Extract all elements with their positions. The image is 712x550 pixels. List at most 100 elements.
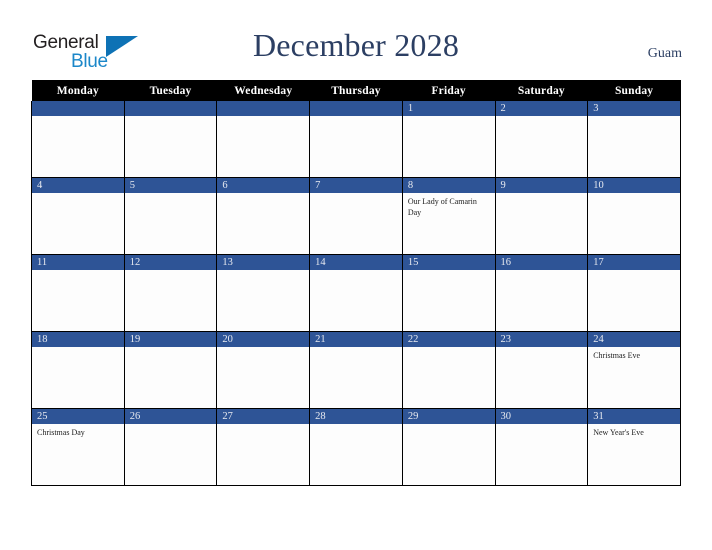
- day-number: 29: [403, 409, 495, 424]
- day-number: 12: [125, 255, 216, 270]
- day-cell-content: 9: [496, 178, 587, 254]
- day-cell-content: 20: [217, 332, 309, 408]
- calendar-day-cell[interactable]: 29: [401, 408, 496, 486]
- calendar-day-cell[interactable]: 28: [309, 408, 403, 486]
- day-number: 21: [310, 332, 402, 347]
- calendar-day-cell[interactable]: 4: [31, 177, 125, 255]
- day-cell-content: 16: [496, 255, 587, 331]
- day-number: 15: [403, 255, 495, 270]
- day-number: 7: [310, 178, 402, 193]
- day-cell-content: 26: [125, 409, 216, 485]
- calendar-day-cell[interactable]: 24 Christmas Eve: [587, 331, 681, 409]
- calendar-day-cell[interactable]: 15: [401, 254, 496, 332]
- day-cell-content: 15: [403, 255, 495, 331]
- region-label: Guam: [647, 46, 682, 61]
- day-number: 30: [496, 409, 587, 424]
- day-number: 11: [32, 255, 124, 270]
- calendar-week-row: 4 5 6 7 8 Our Lady of Camarin Day 9 10: [31, 177, 681, 255]
- calendar-empty-cell: [216, 101, 311, 178]
- calendar-day-cell[interactable]: 11: [31, 254, 125, 332]
- day-number: 22: [403, 332, 495, 347]
- weekday-header-wednesday: Wednesday: [216, 80, 310, 101]
- calendar-day-cell[interactable]: 18: [31, 331, 125, 409]
- day-cell-content: 21: [310, 332, 402, 408]
- calendar-week-row: 11 12 13 14 15 16 17: [31, 254, 681, 332]
- calendar-day-cell[interactable]: 14: [309, 254, 403, 332]
- calendar-day-cell[interactable]: 7: [309, 177, 403, 255]
- day-cell-content: 6: [217, 178, 309, 254]
- calendar-day-cell[interactable]: 16: [494, 254, 589, 332]
- day-cell-content: 8 Our Lady of Camarin Day: [403, 178, 495, 254]
- weekday-header-row: Monday Tuesday Wednesday Thursday Friday…: [31, 80, 681, 101]
- day-number: 1: [403, 101, 495, 116]
- day-number: 6: [217, 178, 309, 193]
- day-event-label: Christmas Eve: [593, 351, 641, 360]
- calendar-day-cell[interactable]: 12: [123, 254, 218, 332]
- day-cell-content: [32, 101, 124, 177]
- day-number: 23: [496, 332, 587, 347]
- day-cell-content: 19: [125, 332, 216, 408]
- calendar-day-cell[interactable]: 2: [494, 101, 589, 178]
- day-cell-content: 23: [496, 332, 587, 408]
- day-number: 14: [310, 255, 402, 270]
- calendar-week-row: 18 19 20 21 22 23 24 Christmas Eve: [31, 331, 681, 409]
- day-number: [125, 101, 216, 116]
- calendar-day-cell[interactable]: 8 Our Lady of Camarin Day: [401, 177, 496, 255]
- calendar-week-row: 25 Christmas Day 26 27 28 29 30 31 New Year's Ev…: [31, 408, 681, 486]
- calendar-day-cell[interactable]: 23: [494, 331, 589, 409]
- calendar-day-cell[interactable]: 21: [309, 331, 403, 409]
- day-cell-content: 2: [496, 101, 587, 177]
- calendar-week-row: 123: [31, 101, 681, 178]
- calendar-day-cell[interactable]: 27: [216, 408, 311, 486]
- day-cell-content: 13: [217, 255, 309, 331]
- calendar-day-cell[interactable]: 25 Christmas Day: [31, 408, 125, 486]
- calendar-day-cell[interactable]: 3: [587, 101, 681, 178]
- weekday-header-thursday: Thursday: [309, 80, 403, 101]
- calendar-day-cell[interactable]: 10: [587, 177, 681, 255]
- day-number: [310, 101, 402, 116]
- day-number: 24: [588, 332, 680, 347]
- calendar-day-cell[interactable]: 9: [494, 177, 589, 255]
- calendar-day-cell[interactable]: 22: [401, 331, 496, 409]
- calendar-day-cell[interactable]: 20: [216, 331, 311, 409]
- day-cell-content: 10: [588, 178, 680, 254]
- calendar-day-cell[interactable]: 19: [123, 331, 218, 409]
- day-number: 16: [496, 255, 587, 270]
- calendar-day-cell[interactable]: 13: [216, 254, 311, 332]
- day-number: 8: [403, 178, 495, 193]
- calendar-day-cell[interactable]: 1: [401, 101, 496, 178]
- page-title: December 2028: [252, 27, 460, 63]
- calendar-day-cell[interactable]: 26: [123, 408, 218, 486]
- day-number: 9: [496, 178, 587, 193]
- day-cell-content: 17: [588, 255, 680, 331]
- day-number: 2: [496, 101, 587, 116]
- calendar-day-cell[interactable]: 5: [123, 177, 218, 255]
- day-number: 25: [32, 409, 124, 424]
- day-cell-content: 24 Christmas Eve: [588, 332, 680, 408]
- day-number: 28: [310, 409, 402, 424]
- day-number: 18: [32, 332, 124, 347]
- weekday-header-monday: Monday: [31, 80, 125, 101]
- calendar-day-cell[interactable]: 17: [587, 254, 681, 332]
- day-cell-content: 18: [32, 332, 124, 408]
- day-number: [32, 101, 124, 116]
- day-number: [217, 101, 309, 116]
- calendar-day-cell[interactable]: 6: [216, 177, 311, 255]
- day-event-label: Christmas Day: [37, 428, 85, 437]
- day-cell-content: 14: [310, 255, 402, 331]
- day-number: 3: [588, 101, 680, 116]
- weekday-header-tuesday: Tuesday: [124, 80, 217, 101]
- day-cell-content: [217, 101, 309, 177]
- day-cell-content: 28: [310, 409, 402, 485]
- calendar-day-cell[interactable]: 30: [494, 408, 589, 486]
- calendar-day-cell[interactable]: 31 New Year's Eve: [587, 408, 681, 486]
- day-cell-content: 7: [310, 178, 402, 254]
- calendar-empty-cell: [31, 101, 125, 178]
- day-number: 13: [217, 255, 309, 270]
- day-cell-content: 29: [403, 409, 495, 485]
- day-cell-content: 12: [125, 255, 216, 331]
- weekday-header-sunday: Sunday: [587, 80, 681, 101]
- day-cell-content: 22: [403, 332, 495, 408]
- calendar-empty-cell: [123, 101, 218, 178]
- day-cell-content: 30: [496, 409, 587, 485]
